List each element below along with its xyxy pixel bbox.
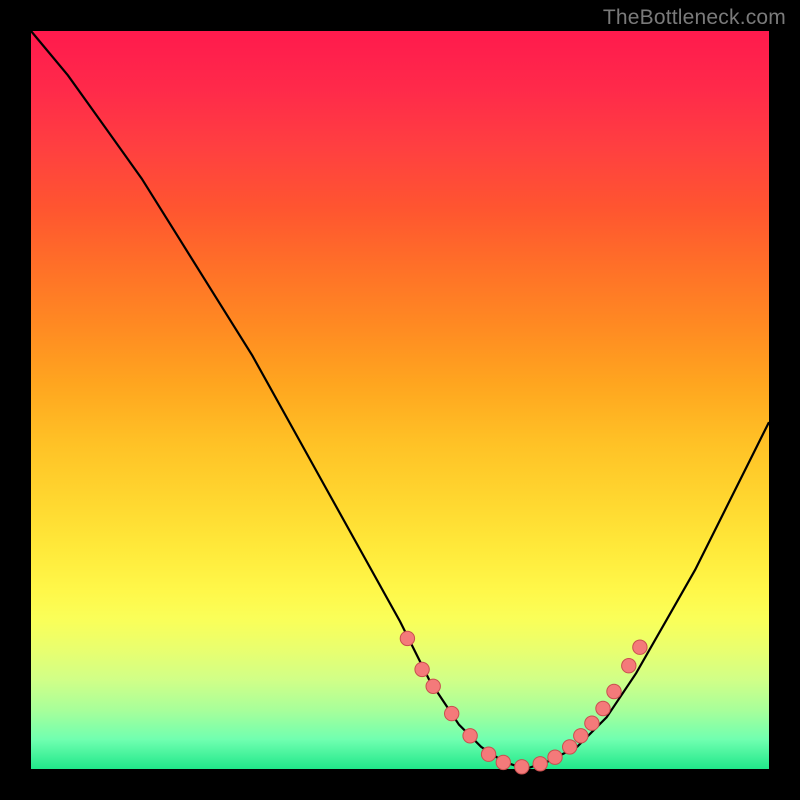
data-point bbox=[515, 760, 529, 774]
data-point bbox=[463, 729, 477, 743]
data-point bbox=[533, 757, 547, 771]
data-point bbox=[400, 631, 414, 645]
marker-group bbox=[400, 631, 647, 774]
data-point bbox=[622, 659, 636, 673]
data-point bbox=[415, 662, 429, 676]
data-point bbox=[607, 684, 621, 698]
data-point bbox=[633, 640, 647, 654]
data-point bbox=[496, 755, 510, 769]
data-point bbox=[445, 706, 459, 720]
data-point bbox=[596, 701, 610, 715]
data-point bbox=[574, 729, 588, 743]
data-point bbox=[563, 740, 577, 754]
watermark-text: TheBottleneck.com bbox=[603, 6, 786, 30]
data-point bbox=[548, 750, 562, 764]
marker-layer bbox=[0, 0, 800, 800]
data-point bbox=[481, 747, 495, 761]
data-point bbox=[426, 679, 440, 693]
data-point bbox=[585, 716, 599, 730]
